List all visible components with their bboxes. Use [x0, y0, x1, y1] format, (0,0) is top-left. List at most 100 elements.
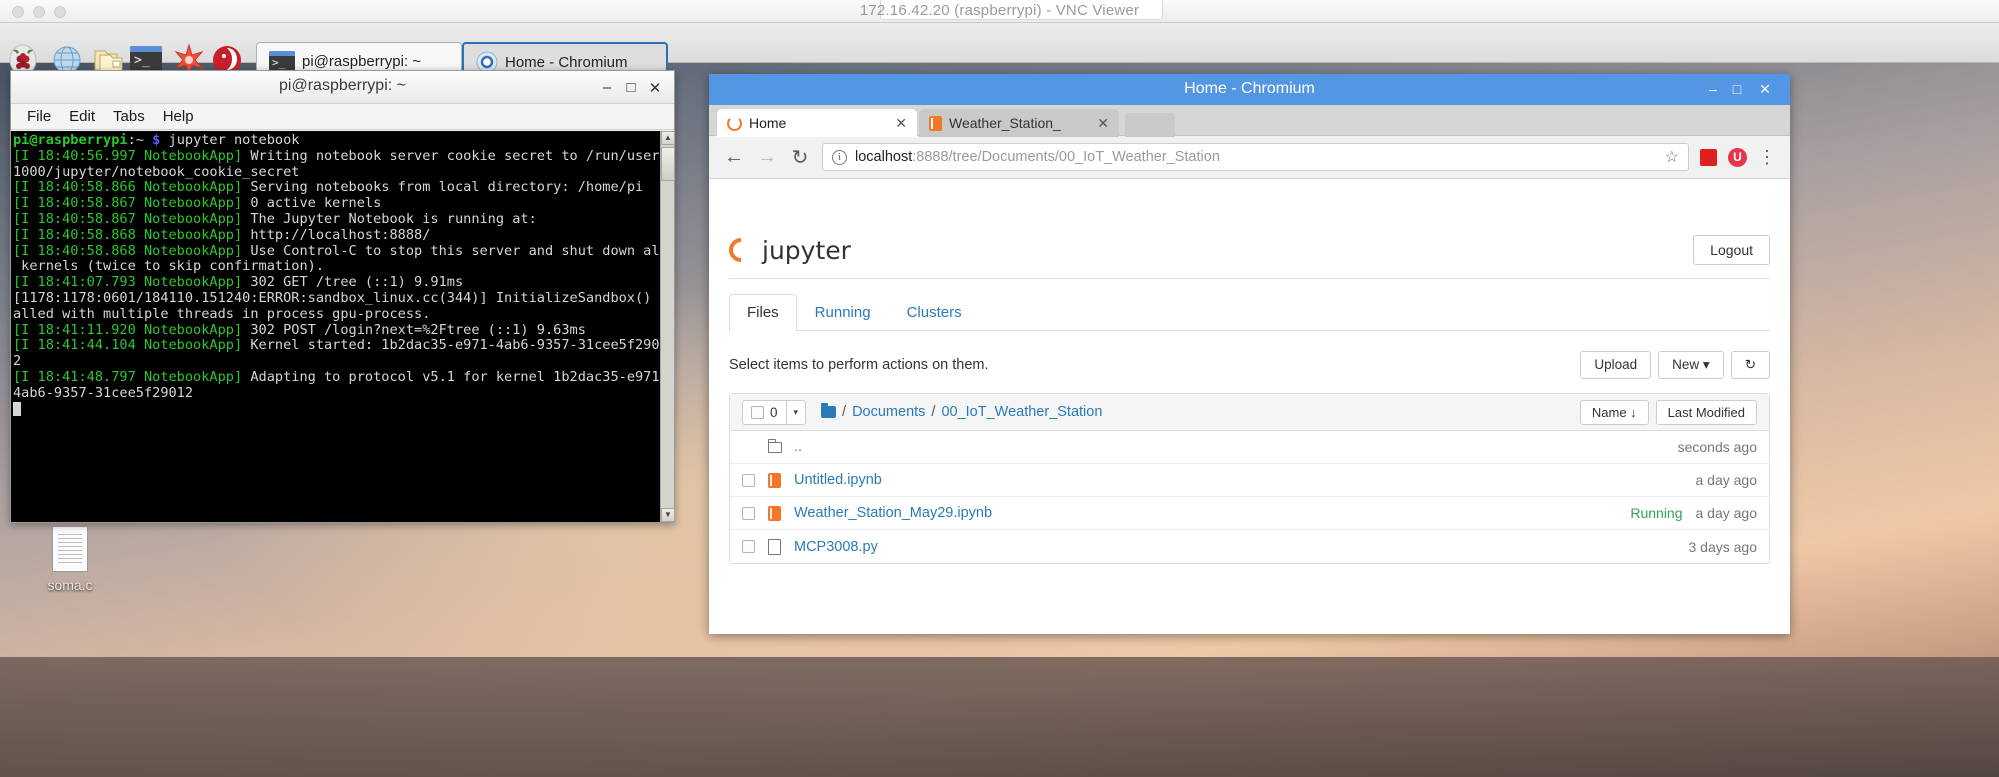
scrollbar-thumb[interactable]	[661, 147, 675, 181]
modified-time: seconds ago	[1677, 439, 1757, 455]
terminal-menubar: File Edit Tabs Help	[11, 104, 674, 130]
page-info-icon[interactable]: i	[832, 149, 847, 165]
upload-button[interactable]: Upload	[1580, 351, 1652, 379]
terminal-titlebar: pi@raspberrypi: ~ – □ ✕	[11, 71, 674, 104]
address-bar-url: localhost:8888/tree/Documents/00_IoT_Wea…	[855, 149, 1220, 165]
reload-icon[interactable]: ↻	[789, 145, 811, 170]
folder-icon	[768, 438, 794, 453]
terminal-window: pi@raspberrypi: ~ – □ ✕ File Edit Tabs H…	[10, 70, 675, 523]
file-name[interactable]: MCP3008.py	[794, 539, 878, 555]
pi-taskbar: >_ pi@raspberrypi: ~ Hom	[0, 23, 1999, 80]
text-file-icon	[52, 526, 88, 572]
chromium-minimize-button[interactable]: –	[1704, 81, 1722, 97]
chromium-tabstrip: Home ✕ Weather_Station_ ✕	[709, 105, 1790, 137]
vnc-window-title: 172.16.42.20 (raspberrypi) - VNC Viewer	[859, 2, 1140, 19]
vnc-titlebar: 172.16.42.20 (raspberrypi) - VNC Viewer	[0, 0, 1999, 23]
jupyter-tab-bar: Files Running Clusters	[729, 294, 1770, 331]
terminal-scrollbar[interactable]: ▲ ▼	[660, 131, 675, 522]
menu-file[interactable]: File	[27, 108, 51, 125]
close-tab-icon[interactable]: ✕	[895, 115, 907, 132]
modified-time: a day ago	[1695, 472, 1758, 488]
chromium-maximize-button[interactable]: □	[1728, 81, 1746, 97]
terminal-output-area[interactable]: pi@raspberrypi:~ $ jupyter notebook [I 1…	[11, 131, 674, 522]
row-meta: Running a day ago	[1630, 505, 1757, 521]
chevron-down-icon[interactable]: ▾	[785, 400, 806, 424]
row-checkbox-slot	[742, 506, 768, 520]
breadcrumb-documents[interactable]: Documents	[852, 404, 925, 420]
tab-clusters[interactable]: Clusters	[889, 294, 980, 330]
jupyter-favicon-icon	[727, 115, 742, 131]
terminal-maximize-button[interactable]: □	[622, 79, 640, 96]
table-row[interactable]: Untitled.ipynb a day ago	[730, 464, 1769, 497]
select-all-control[interactable]: 0	[743, 405, 786, 420]
jupyter-logo[interactable]: jupyter	[724, 233, 851, 267]
pi-desktop: >_ pi@raspberrypi: ~ Hom	[0, 23, 1999, 777]
notebook-icon	[768, 472, 794, 488]
breadcrumb: / Documents / 00_IoT_Weather_Station	[821, 403, 1102, 420]
taskbar-task-label: Home - Chromium	[505, 53, 628, 71]
table-row[interactable]: Weather_Station_May29.ipynb Running a da…	[730, 497, 1769, 530]
taskbar-task-label: pi@raspberrypi: ~	[302, 53, 422, 70]
file-list-header: 0 ▾ / Documents / 00_IoT_Weather_Station	[730, 394, 1769, 431]
file-name[interactable]: Untitled.ipynb	[794, 472, 882, 488]
row-meta: 3 days ago	[1689, 539, 1758, 555]
browser-tab-weather-station[interactable]: Weather_Station_ ✕	[919, 109, 1119, 137]
select-items-note-row: Select items to perform actions on them.…	[729, 351, 1770, 379]
close-tab-icon[interactable]: ✕	[1097, 115, 1109, 132]
file-list: 0 ▾ / Documents / 00_IoT_Weather_Station	[729, 393, 1770, 564]
logout-button[interactable]: Logout	[1693, 235, 1770, 265]
new-tab-button[interactable]	[1125, 113, 1175, 137]
jupyter-tree-page: jupyter Logout Files Running Clusters Se…	[709, 222, 1790, 634]
refresh-button[interactable]: ↻	[1730, 351, 1770, 379]
terminal-close-button[interactable]: ✕	[646, 79, 664, 97]
extension-icon-red[interactable]	[1700, 148, 1717, 166]
select-all-checkbox[interactable]	[751, 405, 764, 419]
forward-arrow-icon[interactable]: →	[756, 146, 778, 169]
modified-time: 3 days ago	[1688, 538, 1758, 555]
url-path: :8888/tree/Documents/00_IoT_Weather_Stat…	[912, 149, 1220, 165]
browser-tab-label: Weather_Station_	[949, 115, 1061, 131]
browser-tab-home[interactable]: Home ✕	[717, 109, 917, 137]
chromium-close-button[interactable]: ✕	[1756, 81, 1774, 98]
back-arrow-icon[interactable]: ←	[723, 146, 745, 169]
sort-by-name-button[interactable]: Name ↓	[1579, 399, 1649, 425]
tab-files[interactable]: Files	[729, 294, 797, 331]
python-file-icon	[768, 538, 794, 555]
menu-edit[interactable]: Edit	[69, 108, 95, 125]
tab-running[interactable]: Running	[797, 294, 889, 330]
terminal-text: pi@raspberrypi:~ $ jupyter notebook [I 1…	[13, 132, 674, 418]
menu-help[interactable]: Help	[163, 108, 194, 125]
menu-tabs[interactable]: Tabs	[113, 108, 145, 125]
browser-tab-label: Home	[749, 115, 787, 131]
row-meta: seconds ago	[1678, 439, 1757, 455]
jupyter-action-buttons: Upload New ▾ ↻	[1580, 351, 1770, 379]
chromium-toolbar: ← → ↻ i localhost:8888/tree/Documents/00…	[709, 136, 1790, 179]
terminal-minimize-button[interactable]: –	[598, 79, 616, 96]
extension-icon-ublock[interactable]	[1728, 147, 1747, 167]
scroll-down-arrow-icon[interactable]: ▼	[661, 508, 675, 522]
table-row[interactable]: .. seconds ago	[730, 431, 1769, 464]
row-meta: a day ago	[1696, 472, 1758, 488]
new-button[interactable]: New ▾	[1658, 351, 1724, 379]
sort-controls: Name ↓ Last Modified	[1579, 399, 1757, 425]
row-checkbox[interactable]	[742, 540, 755, 553]
sort-by-modified-button[interactable]: Last Modified	[1655, 399, 1757, 425]
file-name[interactable]: ..	[794, 439, 802, 455]
file-name[interactable]: Weather_Station_May29.ipynb	[794, 505, 992, 521]
desktop-icon-soma-c[interactable]: soma.c	[38, 526, 102, 593]
chromium-menu-icon[interactable]: ⋮	[1758, 147, 1776, 168]
breadcrumb-weather-station[interactable]: 00_IoT_Weather_Station	[941, 404, 1102, 420]
url-host: localhost	[855, 149, 913, 165]
row-checkbox[interactable]	[742, 473, 755, 487]
scroll-up-arrow-icon[interactable]: ▲	[661, 131, 675, 145]
chromium-window-title: Home - Chromium	[1184, 80, 1315, 97]
breadcrumb-root[interactable]: /	[842, 404, 846, 420]
modified-time: a day ago	[1695, 505, 1758, 521]
select-all-group: 0 ▾	[742, 399, 807, 425]
table-row[interactable]: MCP3008.py 3 days ago	[730, 530, 1769, 563]
row-checkbox[interactable]	[742, 506, 755, 520]
jupyter-header: jupyter Logout	[724, 222, 1770, 279]
address-bar[interactable]: i localhost:8888/tree/Documents/00_IoT_W…	[822, 143, 1689, 171]
bookmark-star-icon[interactable]: ☆	[1665, 147, 1679, 167]
notebook-favicon-icon	[929, 115, 942, 131]
